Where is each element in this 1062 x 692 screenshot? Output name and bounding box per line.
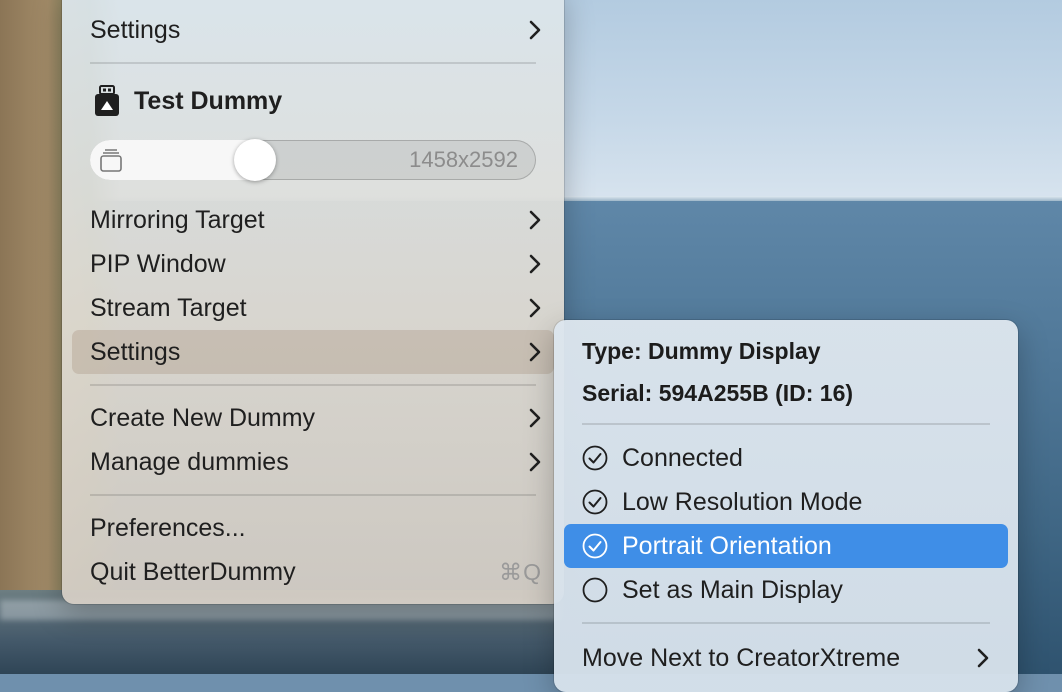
usb-display-icon — [95, 85, 119, 116]
chevron-right-icon — [529, 408, 541, 428]
betterdummy-menu: Settings Test Dummy 1458x2592 Mirroring … — [62, 0, 564, 604]
keyboard-shortcut: ⌘Q — [499, 558, 542, 585]
menu-separator — [582, 622, 990, 624]
menu-item-pip-window[interactable]: PIP Window — [90, 244, 542, 284]
menu-item-create-new-dummy[interactable]: Create New Dummy — [90, 398, 542, 438]
menu-separator — [90, 494, 536, 496]
resolution-value: 1458x2592 — [409, 147, 518, 172]
chevron-right-icon — [529, 342, 541, 362]
slider-knob[interactable] — [234, 139, 276, 181]
option-label: Low Resolution Mode — [622, 487, 863, 516]
check-circle-icon — [582, 489, 608, 515]
chevron-right-icon — [529, 298, 541, 318]
settings-submenu: Type: Dummy Display Serial: 594A255B (ID… — [554, 320, 1018, 692]
menu-item-label: Stream Target — [90, 293, 247, 322]
option-connected[interactable]: Connected — [564, 436, 1008, 480]
chevron-right-icon — [529, 452, 541, 472]
menu-item-stream-target[interactable]: Stream Target — [90, 288, 542, 328]
menu-item-label: Mirroring Target — [90, 205, 265, 234]
chevron-right-icon — [977, 648, 989, 668]
menu-item-label: Quit BetterDummy — [90, 557, 296, 586]
display-serial: Serial: 594A255B (ID: 16) — [582, 380, 854, 406]
menu-item-settings[interactable]: Settings — [72, 330, 554, 374]
display-type: Type: Dummy Display — [582, 338, 821, 364]
menu-item-label: Manage dummies — [90, 447, 289, 476]
resolution-slider[interactable]: 1458x2592 — [90, 139, 536, 181]
menu-item-settings-top[interactable]: Settings — [90, 10, 542, 50]
check-circle-icon — [582, 533, 608, 559]
menu-separator — [90, 384, 536, 386]
menu-item-quit[interactable]: Quit BetterDummy ⌘Q — [90, 552, 542, 592]
device-name: Test Dummy — [134, 86, 283, 115]
chevron-right-icon — [529, 210, 541, 230]
menu-item-label: Create New Dummy — [90, 403, 316, 432]
menu-item-preferences[interactable]: Preferences... — [90, 508, 542, 548]
chevron-right-icon — [529, 254, 541, 274]
option-portrait-orientation[interactable]: Portrait Orientation — [564, 524, 1008, 568]
menu-separator — [582, 423, 990, 425]
device-header: Test Dummy — [94, 84, 282, 118]
menu-item-label: Preferences... — [90, 513, 246, 542]
check-circle-icon — [582, 445, 608, 471]
option-label: Portrait Orientation — [622, 531, 832, 560]
menu-item-label: Settings — [90, 337, 181, 366]
menu-item-manage-dummies[interactable]: Manage dummies — [90, 442, 542, 482]
display-stack-icon — [100, 149, 122, 172]
option-low-resolution-mode[interactable]: Low Resolution Mode — [564, 480, 1008, 524]
menu-item-label: PIP Window — [90, 249, 226, 278]
chevron-right-icon — [529, 20, 541, 40]
option-label: Set as Main Display — [622, 575, 843, 604]
menu-item-label: Move Next to CreatorXtreme — [582, 643, 901, 672]
menu-item-move-next-to[interactable]: Move Next to CreatorXtreme — [582, 638, 990, 678]
empty-circle-icon — [582, 577, 608, 603]
menu-item-label: Settings — [90, 15, 181, 44]
option-set-as-main-display[interactable]: Set as Main Display — [564, 568, 1008, 612]
menu-item-mirroring-target[interactable]: Mirroring Target — [90, 200, 542, 240]
menu-separator — [90, 62, 536, 64]
option-label: Connected — [622, 443, 743, 472]
